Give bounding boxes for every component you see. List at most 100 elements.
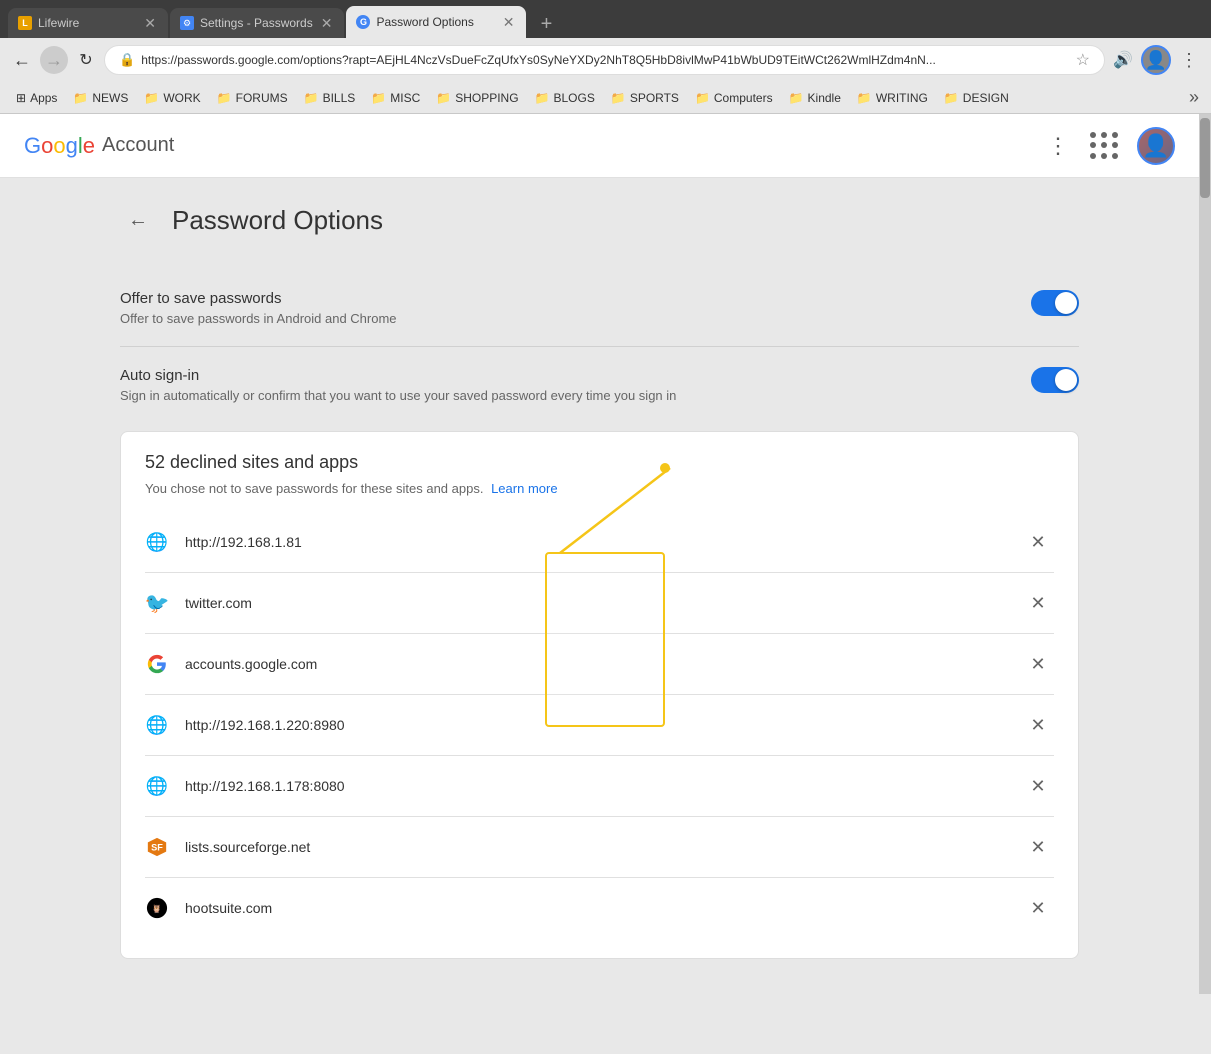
tab-settings-passwords[interactable]: ⚙ Settings - Passwords ✕	[170, 8, 344, 38]
volume-button[interactable]: 🔊	[1109, 46, 1137, 74]
tab-settings-close[interactable]: ✕	[319, 15, 335, 32]
forums-label: FORUMS	[236, 91, 288, 105]
misc-folder-icon: 📁	[371, 91, 386, 105]
bookmark-design[interactable]: 📁 DESIGN	[936, 88, 1017, 108]
settings-container: Offer to save passwords Offer to save pa…	[120, 270, 1079, 423]
bookmark-sports[interactable]: 📁 SPORTS	[603, 88, 687, 108]
declined-section: 52 declined sites and apps You chose not…	[120, 431, 1079, 959]
site-row-5: 🌐 http://192.168.1.178:8080 ✕	[145, 756, 1054, 817]
declined-header: 52 declined sites and apps	[145, 452, 1054, 473]
offer-save-desc: Offer to save passwords in Android and C…	[120, 311, 397, 326]
site-row-1: 🌐 http://192.168.1.81 ✕	[145, 512, 1054, 573]
three-dots-menu-button[interactable]: ⋮	[1043, 129, 1073, 163]
sourceforge-icon: SF	[145, 835, 169, 859]
auto-signin-title: Auto sign-in	[120, 367, 676, 384]
bookmarks-more-button[interactable]: »	[1185, 87, 1203, 108]
bookmark-blogs[interactable]: 📁 BLOGS	[527, 88, 603, 108]
bookmark-computers[interactable]: 📁 Computers	[687, 88, 781, 108]
tab-lifewire[interactable]: L Lifewire ✕	[8, 8, 168, 38]
page-content: Google Account ⋮	[0, 114, 1211, 994]
auto-signin-desc: Sign in automatically or confirm that yo…	[120, 388, 676, 403]
tab-lifewire-label: Lifewire	[38, 16, 136, 30]
sports-folder-icon: 📁	[611, 91, 626, 105]
design-label: DESIGN	[963, 91, 1009, 105]
remove-site-1-button[interactable]: ✕	[1022, 526, 1054, 558]
twitter-icon: 🐦	[145, 591, 169, 615]
tab-password-options-label: Password Options	[376, 15, 494, 29]
bookmark-news[interactable]: 📁 NEWS	[65, 88, 136, 108]
nav-forward-button[interactable]: →	[40, 46, 68, 74]
url-bar[interactable]: 🔒 https://passwords.google.com/options?r…	[104, 45, 1105, 75]
globe-icon-1: 🌐	[145, 530, 169, 554]
page-title: Password Options	[172, 205, 383, 236]
globe-icon-4: 🌐	[145, 713, 169, 737]
site-row-2: 🐦 twitter.com ✕	[145, 573, 1054, 634]
blogs-label: BLOGS	[554, 91, 595, 105]
remove-site-2-button[interactable]: ✕	[1022, 587, 1054, 619]
learn-more-link[interactable]: Learn more	[491, 481, 557, 496]
hootsuite-icon: 🦉	[145, 896, 169, 920]
bookmark-forums[interactable]: 📁 FORUMS	[209, 88, 296, 108]
forums-folder-icon: 📁	[217, 91, 232, 105]
declined-desc-text: You chose not to save passwords for thes…	[145, 481, 483, 496]
remove-site-6-button[interactable]: ✕	[1022, 831, 1054, 863]
site-name-4: http://192.168.1.220:8980	[185, 717, 1006, 733]
blogs-folder-icon: 📁	[535, 91, 550, 105]
password-options-favicon: G	[356, 15, 370, 29]
shopping-label: SHOPPING	[455, 91, 518, 105]
tab-password-options-close[interactable]: ✕	[501, 14, 517, 31]
tab-password-options[interactable]: G Password Options ✕	[346, 6, 526, 38]
scrollbar[interactable]	[1199, 114, 1211, 994]
computers-label: Computers	[714, 91, 773, 105]
work-label: WORK	[163, 91, 200, 105]
bookmark-shopping[interactable]: 📁 SHOPPING	[428, 88, 526, 108]
bookmark-apps[interactable]: ⊞ Apps	[8, 88, 65, 108]
profile-button[interactable]: 👤	[1141, 45, 1171, 75]
remove-site-4-button[interactable]: ✕	[1022, 709, 1054, 741]
bookmark-misc[interactable]: 📁 MISC	[363, 88, 428, 108]
menu-button[interactable]: ⋮	[1175, 46, 1203, 74]
remove-site-3-button[interactable]: ✕	[1022, 648, 1054, 680]
auto-signin-info: Auto sign-in Sign in automatically or co…	[120, 367, 676, 403]
remove-site-7-button[interactable]: ✕	[1022, 892, 1054, 924]
main-content: ← Password Options Offer to save passwor…	[0, 178, 1199, 983]
url-lock-icon: 🔒	[119, 52, 135, 68]
new-tab-button[interactable]: +	[532, 10, 560, 38]
google-account-logo[interactable]: Google Account	[24, 133, 174, 159]
computers-folder-icon: 📁	[695, 91, 710, 105]
tab-lifewire-close[interactable]: ✕	[142, 15, 158, 32]
writing-label: WRITING	[876, 91, 928, 105]
apps-grid-icon: ⊞	[16, 91, 26, 105]
declined-description: You chose not to save passwords for thes…	[145, 481, 1054, 496]
nav-refresh-button[interactable]: ↻	[72, 46, 100, 74]
site-name-1: http://192.168.1.81	[185, 534, 1006, 550]
nav-back-button[interactable]: ←	[8, 46, 36, 74]
offer-save-toggle[interactable]	[1031, 290, 1079, 316]
page-header: ← Password Options	[120, 202, 1079, 238]
sports-label: SPORTS	[630, 91, 679, 105]
site-name-7: hootsuite.com	[185, 900, 1006, 916]
ga-header: Google Account ⋮	[0, 114, 1199, 178]
offer-save-title: Offer to save passwords	[120, 290, 397, 307]
bookmark-kindle[interactable]: 📁 Kindle	[781, 88, 849, 108]
back-button[interactable]: ←	[120, 202, 156, 238]
remove-site-5-button[interactable]: ✕	[1022, 770, 1054, 802]
offer-save-row: Offer to save passwords Offer to save pa…	[120, 270, 1079, 347]
kindle-folder-icon: 📁	[789, 91, 804, 105]
bills-folder-icon: 📁	[304, 91, 319, 105]
writing-folder-icon: 📁	[857, 91, 872, 105]
url-bookmark-star[interactable]: ☆	[1076, 50, 1090, 70]
bookmark-bills[interactable]: 📁 BILLS	[296, 88, 364, 108]
google-g-icon	[145, 652, 169, 676]
site-name-2: twitter.com	[185, 595, 1006, 611]
bookmarks-bar: ⊞ Apps 📁 NEWS 📁 WORK 📁 FORUMS 📁 BILLS 📁	[0, 82, 1211, 114]
user-avatar[interactable]: 👤	[1137, 127, 1175, 165]
work-folder-icon: 📁	[144, 91, 159, 105]
auto-signin-toggle[interactable]	[1031, 367, 1079, 393]
lifewire-favicon: L	[18, 16, 32, 30]
google-apps-grid-button[interactable]	[1089, 130, 1121, 162]
scrollbar-thumb[interactable]	[1200, 118, 1210, 198]
bookmark-work[interactable]: 📁 WORK	[136, 88, 208, 108]
bookmark-writing[interactable]: 📁 WRITING	[849, 88, 936, 108]
shopping-folder-icon: 📁	[436, 91, 451, 105]
